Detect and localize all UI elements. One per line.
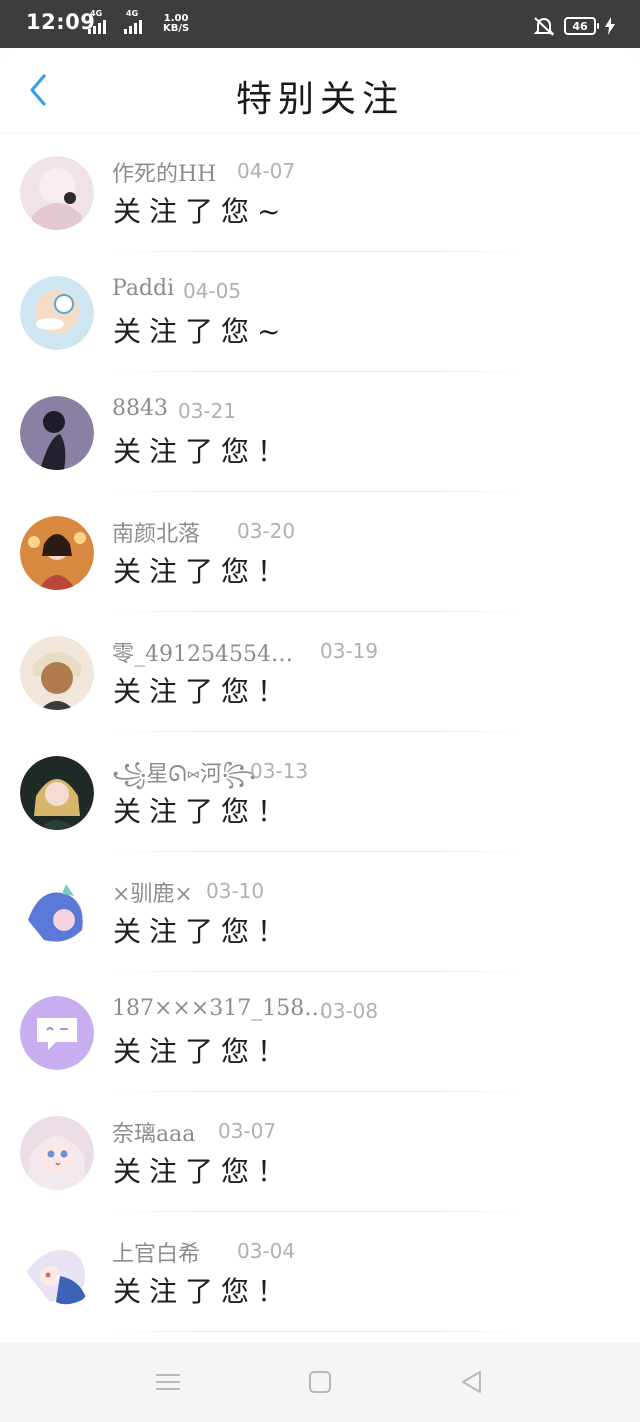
- avatar[interactable]: [20, 1236, 94, 1310]
- item-message: 关注了您！: [113, 555, 294, 588]
- speed-unit: KB/S: [163, 23, 190, 34]
- charging-icon: [605, 17, 615, 35]
- list-item[interactable]: 零_491254554… 03-19 关注了您！: [0, 612, 640, 732]
- avatar[interactable]: [20, 756, 94, 830]
- item-message: 关注了您！: [113, 795, 294, 828]
- item-date: 03-13: [250, 759, 309, 783]
- item-message: 关注了您！: [113, 1275, 294, 1308]
- system-nav-bar: [0, 1342, 640, 1422]
- list-item[interactable]: 奈璃aaa 03-07 关注了您！: [0, 1092, 640, 1212]
- avatar[interactable]: [20, 516, 94, 590]
- page-title: 特别关注: [235, 79, 404, 120]
- list-item[interactable]: ꧁星ᘏ⑅河꧂ 03-13 关注了您！: [0, 732, 640, 852]
- signal-label: 4G: [126, 9, 139, 18]
- menu-icon[interactable]: [154, 1368, 182, 1396]
- avatar[interactable]: [20, 876, 94, 950]
- avatar[interactable]: [20, 276, 94, 350]
- status-right: 46: [532, 14, 616, 38]
- battery-level: 46: [572, 19, 588, 33]
- item-date: 04-05: [183, 279, 242, 303]
- item-name: ×驯鹿×: [112, 882, 193, 907]
- page-header: 特别关注: [0, 48, 640, 132]
- list-item[interactable]: 187×××317_158… 03-08 关注了您！: [0, 972, 640, 1092]
- item-date: 03-21: [178, 399, 237, 423]
- item-message: 关注了您~: [113, 315, 289, 348]
- item-date: 03-08: [320, 999, 379, 1023]
- list-item[interactable]: 上官白希 03-04 关注了您！: [0, 1212, 640, 1332]
- item-message: 关注了您！: [113, 915, 294, 948]
- follow-list: 作死的HH 04-07 关注了您~ Paddi 04-05 关注了您~ 8843…: [0, 132, 640, 1332]
- list-item[interactable]: ×驯鹿× 03-10 关注了您！: [0, 852, 640, 972]
- item-name: 187×××317_158…: [112, 996, 327, 1021]
- avatar[interactable]: [20, 156, 94, 230]
- signal-icon: 4G: [124, 9, 142, 34]
- status-time: 12:09: [26, 10, 96, 34]
- signal-label: 4G: [90, 9, 103, 18]
- item-date: 03-20: [237, 519, 296, 543]
- silent-bell-icon: [533, 17, 555, 36]
- item-message: 关注了您！: [113, 1035, 294, 1068]
- list-item[interactable]: 8843 03-21 关注了您！: [0, 372, 640, 492]
- item-name: 奈璃aaa: [112, 1122, 196, 1147]
- item-message: 关注了您！: [113, 1155, 294, 1188]
- item-date: 03-10: [206, 879, 265, 903]
- item-date: 04-07: [237, 159, 296, 183]
- back-triangle-icon[interactable]: [458, 1368, 486, 1396]
- item-name: 零_491254554…: [112, 642, 293, 667]
- list-item[interactable]: 南颜北落 03-20 关注了您！: [0, 492, 640, 612]
- network-speed: 1.00 KB/S: [163, 14, 189, 34]
- avatar[interactable]: [20, 636, 94, 710]
- divider: [108, 1331, 528, 1332]
- home-square-icon[interactable]: [306, 1368, 334, 1396]
- status-bar: 12:09 4G 4G 1.00 KB/S 46: [0, 0, 640, 48]
- item-message: 关注了您~: [113, 195, 289, 228]
- avatar[interactable]: [20, 396, 94, 470]
- item-name: 8843: [112, 396, 168, 421]
- signal-indicators: 4G 4G: [88, 9, 142, 34]
- item-name: 南颜北落: [112, 522, 201, 547]
- avatar[interactable]: [20, 1116, 94, 1190]
- item-date: 03-07: [218, 1119, 277, 1143]
- avatar[interactable]: [20, 996, 94, 1070]
- item-name: Paddi: [112, 276, 175, 301]
- item-date: 03-19: [320, 639, 379, 663]
- item-name: 作死的HH: [112, 162, 217, 187]
- battery-icon: 46: [564, 17, 599, 35]
- item-date: 03-04: [237, 1239, 296, 1263]
- item-message: 关注了您！: [113, 435, 294, 468]
- item-message: 关注了您！: [113, 675, 294, 708]
- signal-icon: 4G: [88, 9, 106, 34]
- list-item[interactable]: Paddi 04-05 关注了您~: [0, 252, 640, 372]
- item-name: 上官白希: [112, 1242, 201, 1267]
- list-item[interactable]: 作死的HH 04-07 关注了您~: [0, 132, 640, 252]
